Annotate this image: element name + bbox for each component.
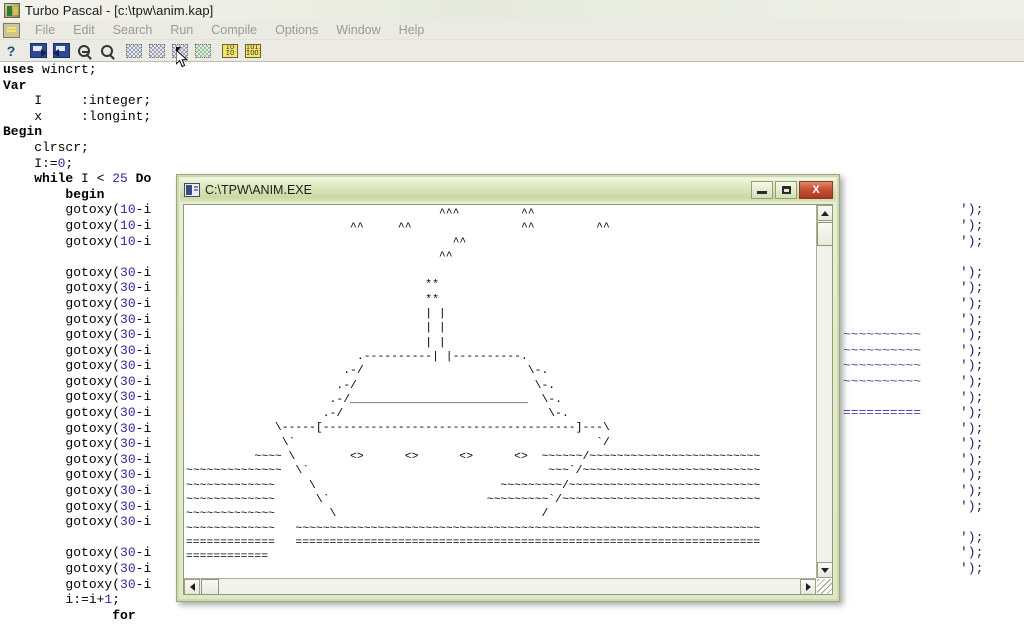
checker-cursor-icon xyxy=(172,43,188,58)
search-button[interactable] xyxy=(73,41,95,61)
magnifier-icon xyxy=(101,44,113,57)
resize-grip[interactable] xyxy=(817,579,832,594)
code-text-right: '); '); '); '); '); '); '); '); '); '); … xyxy=(960,202,984,577)
window-controls: X xyxy=(749,181,833,199)
compile-button[interactable]: IO IO xyxy=(219,41,241,61)
console-window[interactable]: C:\TPW\ANIM.EXE X ^^^ ^^ ^^ ^^ ^^ ^^ ^^ … xyxy=(176,174,840,602)
magnifier-dots-icon xyxy=(78,44,90,57)
goto-next-button[interactable] xyxy=(146,41,168,61)
turbo-pascal-titlebar[interactable]: Turbo Pascal - [c:\tpw\anim.kap] xyxy=(0,0,1024,21)
scroll-down-button[interactable] xyxy=(817,562,832,578)
chevron-left-icon xyxy=(189,583,195,591)
open-file-button[interactable] xyxy=(27,41,49,61)
save-file-button[interactable] xyxy=(50,41,72,61)
menu-item-search[interactable]: Search xyxy=(104,22,162,38)
question-mark-icon: ? xyxy=(6,42,16,59)
edit-document-icon xyxy=(3,22,20,38)
step-over-button[interactable] xyxy=(192,41,214,61)
compile-icon: IO IO xyxy=(222,43,238,58)
maximize-button[interactable] xyxy=(775,181,797,199)
chevron-up-icon xyxy=(821,210,829,216)
maximize-icon xyxy=(781,186,791,194)
chevron-right-icon xyxy=(805,583,811,591)
turbo-pascal-icon xyxy=(4,3,20,18)
ascii-art-output: ^^^ ^^ ^^ ^^ ^^ ^^ ^^ ^^ ** ** | | | | |… xyxy=(186,208,761,564)
run-icon: IOIIOIOOII xyxy=(245,43,261,58)
search-again-button[interactable] xyxy=(96,41,118,61)
disk-open-icon xyxy=(29,43,47,58)
run-button[interactable]: IOIIOIOOII xyxy=(242,41,264,61)
checker-left-icon xyxy=(126,43,142,58)
console-titlebar[interactable]: C:\TPW\ANIM.EXE X xyxy=(180,178,836,202)
toggle-breakpoint-button[interactable] xyxy=(123,41,145,61)
minimize-icon xyxy=(757,191,767,194)
checker-right-icon xyxy=(149,43,165,58)
scroll-right-button[interactable] xyxy=(800,579,816,594)
menu-item-options[interactable]: Options xyxy=(266,22,327,38)
menu-item-window[interactable]: Window xyxy=(327,22,389,38)
console-window-frame: C:\TPW\ANIM.EXE X ^^^ ^^ ^^ ^^ ^^ ^^ ^^ … xyxy=(177,175,839,601)
chevron-down-icon xyxy=(821,567,829,573)
trace-into-button[interactable] xyxy=(169,41,191,61)
page-bottom-strip xyxy=(0,620,1024,644)
console-vertical-scrollbar[interactable] xyxy=(816,205,832,578)
close-icon: X xyxy=(812,184,820,196)
help-button[interactable]: ? xyxy=(0,41,22,61)
code-text-left: uses wincrt; Var I :integer; x :longint;… xyxy=(3,62,152,644)
scroll-up-button[interactable] xyxy=(817,205,832,221)
scroll-left-button[interactable] xyxy=(184,579,200,594)
menu-item-file[interactable]: File xyxy=(26,22,64,38)
page-title: Turbo Pascal - [c:\tpw\anim.kap] xyxy=(25,3,214,18)
horizontal-scroll-thumb[interactable] xyxy=(201,579,219,594)
console-icon xyxy=(184,183,200,197)
menu-item-compile[interactable]: Compile xyxy=(202,22,266,38)
disk-save-icon xyxy=(52,43,70,58)
checker-green-icon xyxy=(195,43,211,58)
close-button[interactable]: X xyxy=(799,181,833,199)
menu-item-run[interactable]: Run xyxy=(161,22,202,38)
menubar: File Edit Search Run Compile Options Win… xyxy=(0,21,1024,40)
code-string-literals: ~~~~~~~~~~ ~~~~~~~~~~ ~~~~~~~~~~ ~~~~~~~… xyxy=(843,327,922,421)
toolbar: ? IOIO IOIIOIOOII xyxy=(0,40,1024,62)
menu-item-edit[interactable]: Edit xyxy=(64,22,104,38)
minimize-button[interactable] xyxy=(751,181,773,199)
console-client-area[interactable]: ^^^ ^^ ^^ ^^ ^^ ^^ ^^ ^^ ** ** | | | | |… xyxy=(183,204,833,595)
console-horizontal-scrollbar[interactable] xyxy=(184,578,816,594)
menu-item-help[interactable]: Help xyxy=(390,22,434,38)
vertical-scroll-thumb[interactable] xyxy=(817,222,832,246)
console-title: C:\TPW\ANIM.EXE xyxy=(205,183,312,197)
